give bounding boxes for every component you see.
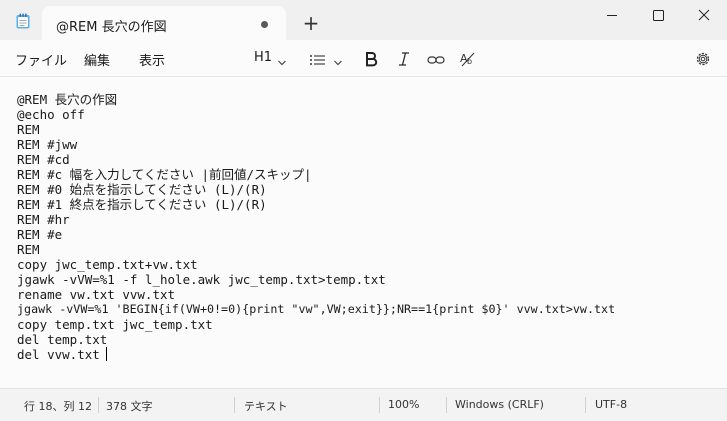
editor-line: @REM 長穴の作図: [17, 92, 118, 107]
status-divider: [585, 397, 586, 413]
text-editor[interactable]: @REM 長穴の作図 @echo off REM REM #jww REM #c…: [0, 77, 727, 388]
list-chevron-down-icon[interactable]: [333, 53, 343, 73]
editor-line: copy jwc_temp.txt+vw.txt: [17, 257, 198, 272]
italic-icon[interactable]: [396, 49, 412, 69]
editor-line: jgawk -vVW=%1 'BEGIN{if(VW+0!=0){print "…: [17, 302, 616, 316]
menu-view[interactable]: 表示: [139, 50, 165, 69]
chevron-down-icon[interactable]: [277, 53, 287, 73]
maximize-icon: [653, 10, 664, 21]
close-button[interactable]: [681, 0, 727, 32]
title-bar: @REM 長穴の作図 +: [0, 0, 727, 42]
minimize-button[interactable]: [589, 0, 635, 32]
gear-icon[interactable]: [694, 49, 712, 69]
editor-line: del vvw.txt: [17, 347, 100, 362]
zoom-level[interactable]: 100%: [388, 398, 419, 411]
cursor-position: 行 18、列 12: [24, 400, 92, 413]
status-divider: [234, 397, 235, 413]
editor-line: del temp.txt: [17, 332, 108, 347]
format-indicator[interactable]: テキスト: [244, 398, 288, 414]
status-divider: [446, 397, 447, 413]
tab-title: @REM 長穴の作図: [56, 20, 167, 35]
editor-line: REM #1 終点を指示してください (L)/(R): [17, 197, 267, 212]
document-tab[interactable]: @REM 長穴の作図: [42, 6, 286, 42]
unsaved-indicator-icon[interactable]: [261, 21, 268, 28]
minimize-icon: [607, 15, 617, 16]
editor-line: @echo off: [17, 107, 85, 122]
list-icon[interactable]: [309, 50, 327, 70]
editor-line: REM #hr: [17, 212, 70, 227]
editor-line: REM #cd: [17, 152, 70, 167]
editor-line: rename vw.txt vvw.txt: [17, 287, 176, 302]
status-bar: 行 18、列 12 378 文字 テキスト 100% Windows (CRLF…: [0, 388, 727, 421]
close-icon: [698, 9, 710, 21]
encoding[interactable]: UTF-8: [595, 398, 627, 411]
new-tab-button[interactable]: +: [298, 11, 324, 37]
maximize-button[interactable]: [635, 0, 681, 32]
editor-line: copy temp.txt jwc_temp.txt: [17, 317, 213, 332]
editor-line: REM #e: [17, 227, 63, 242]
editor-line: REM: [17, 242, 40, 257]
editor-line: REM #0 始点を指示してください (L)/(R): [17, 182, 267, 197]
heading-dropdown[interactable]: H1: [254, 50, 272, 65]
editor-line: REM #jww: [17, 137, 78, 152]
menu-edit[interactable]: 編集: [84, 50, 110, 69]
menu-bar: ファイル 編集 表示 H1 A b: [0, 40, 727, 77]
notepad-app-icon: [16, 13, 30, 29]
character-count: 378 文字: [106, 400, 153, 413]
line-ending[interactable]: Windows (CRLF): [455, 398, 544, 411]
link-icon[interactable]: [427, 50, 445, 70]
editor-line: REM: [17, 122, 40, 137]
bold-icon[interactable]: [363, 49, 379, 69]
editor-line: jgawk -vVW=%1 -f l_hole.awk jwc_temp.txt…: [17, 272, 386, 287]
status-divider: [379, 397, 380, 413]
text-caret: [106, 347, 107, 361]
editor-line: REM #c 幅を入力してください |前回値/スキップ|: [17, 167, 312, 182]
clear-format-icon[interactable]: A b: [459, 49, 477, 69]
status-divider: [98, 397, 99, 413]
menu-file[interactable]: ファイル: [15, 50, 67, 69]
